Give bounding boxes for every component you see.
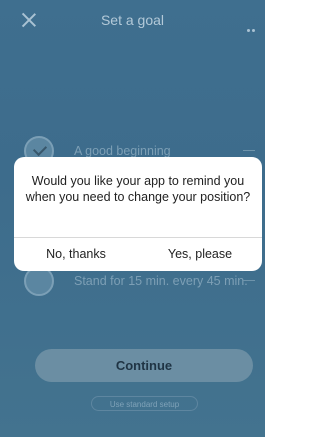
continue-button[interactable]: Continue [35,349,253,382]
yes-please-button[interactable]: Yes, please [138,237,262,271]
page-title: Set a goal [100,12,165,28]
use-standard-setup-button[interactable]: Use standard setup [91,396,198,411]
more-icon[interactable] [247,19,257,32]
arrow-icon [243,280,255,281]
check-icon [32,141,48,157]
goal-option-label: Stand for 15 min. every 45 min. [74,274,248,288]
goal-option-label: A good beginning [74,144,171,158]
app-screen: Set a goal A good beginning Stand for 15… [0,0,265,437]
arrow-icon [243,150,255,151]
no-thanks-button[interactable]: No, thanks [14,237,138,271]
goal-option-stand-interval[interactable]: Stand for 15 min. every 45 min. [24,266,259,300]
reminder-dialog: Would you like your app to remind you wh… [14,157,262,271]
top-bar: Set a goal [0,0,265,40]
dialog-message: Would you like your app to remind you wh… [25,174,251,204]
